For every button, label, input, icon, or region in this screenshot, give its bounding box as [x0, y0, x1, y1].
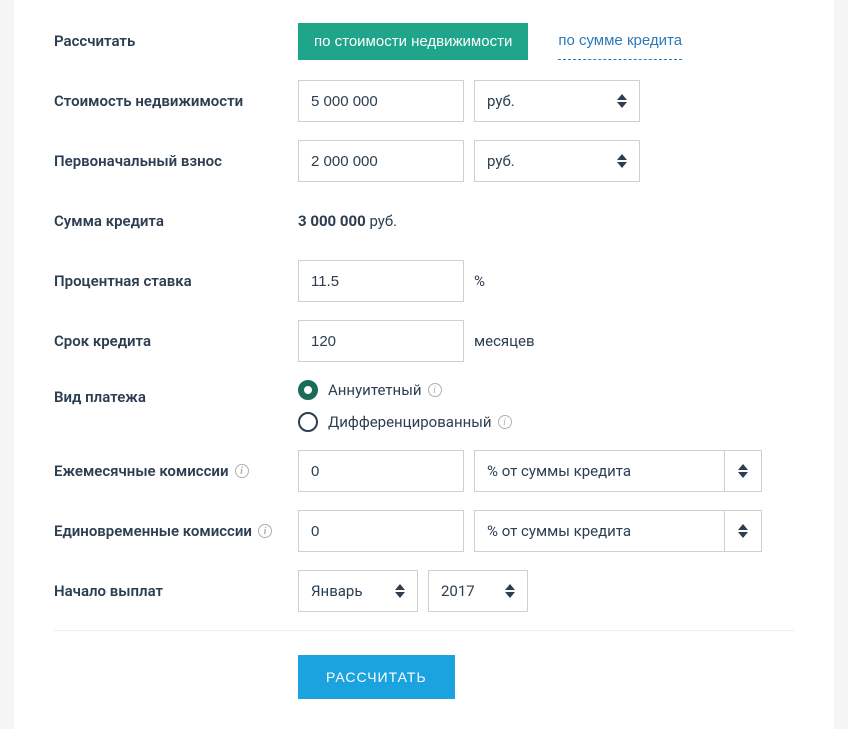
submit-section: РАССЧИТАТЬ: [54, 630, 794, 699]
calculate-by-row: Рассчитать по стоимости недвижимости по …: [54, 20, 794, 62]
down-payment-row: Первоначальный взнос руб.: [54, 140, 794, 182]
one-time-fees-input[interactable]: [298, 510, 464, 552]
tab-by-loan-amount[interactable]: по сумме кредита: [558, 22, 682, 60]
monthly-fees-input[interactable]: [298, 450, 464, 492]
radio-selected-icon: [298, 380, 318, 400]
radio-unselected-icon: [298, 412, 318, 432]
one-time-fees-label: Единовременные комиссии: [54, 522, 298, 540]
loan-amount-row: Сумма кредита 3 000 000 руб.: [54, 200, 794, 242]
calculate-by-label: Рассчитать: [54, 32, 298, 50]
start-date-label: Начало выплат: [54, 582, 298, 600]
loan-term-row: Срок кредита месяцев: [54, 320, 794, 362]
property-cost-input[interactable]: [298, 80, 464, 122]
calculate-button[interactable]: РАССЧИТАТЬ: [298, 655, 455, 699]
interest-rate-input[interactable]: [298, 260, 464, 302]
percent-label: %: [474, 272, 485, 290]
sort-arrows-icon: [617, 154, 627, 168]
info-icon[interactable]: [258, 524, 272, 538]
loan-term-input[interactable]: [298, 320, 464, 362]
currency-label: руб.: [487, 152, 515, 170]
loan-amount-label: Сумма кредита: [54, 212, 298, 230]
payment-type-label: Вид платежа: [54, 380, 298, 406]
monthly-fees-row: Ежемесячные комиссии % от суммы кредита: [54, 450, 794, 492]
info-icon[interactable]: [235, 464, 249, 478]
monthly-fees-unit-arrows[interactable]: [724, 450, 762, 492]
property-cost-currency-select[interactable]: руб.: [474, 80, 640, 122]
months-label: месяцев: [474, 332, 535, 350]
info-icon[interactable]: [428, 383, 442, 397]
property-cost-row: Стоимость недвижимости руб.: [54, 80, 794, 122]
start-month-select[interactable]: Январь: [298, 570, 418, 612]
down-payment-input[interactable]: [298, 140, 464, 182]
loan-term-label: Срок кредита: [54, 332, 298, 350]
sort-arrows-icon: [738, 524, 748, 538]
sort-arrows-icon: [505, 584, 515, 598]
payment-type-differentiated-option[interactable]: Дифференцированный: [298, 412, 512, 432]
one-time-fees-unit-select[interactable]: % от суммы кредита: [474, 510, 724, 552]
interest-rate-row: Процентная ставка %: [54, 260, 794, 302]
currency-label: руб.: [487, 92, 515, 110]
tab-by-property-cost[interactable]: по стоимости недвижимости: [298, 23, 528, 60]
start-date-row: Начало выплат Январь 2017: [54, 570, 794, 612]
property-cost-label: Стоимость недвижимости: [54, 92, 298, 110]
interest-rate-label: Процентная ставка: [54, 272, 298, 290]
sort-arrows-icon: [738, 464, 748, 478]
sort-arrows-icon: [395, 584, 405, 598]
sort-arrows-icon: [617, 94, 627, 108]
down-payment-label: Первоначальный взнос: [54, 152, 298, 170]
down-payment-currency-select[interactable]: руб.: [474, 140, 640, 182]
monthly-fees-unit-select[interactable]: % от суммы кредита: [474, 450, 724, 492]
loan-calculator-form: Рассчитать по стоимости недвижимости по …: [14, 0, 834, 729]
payment-type-row: Вид платежа Аннуитетный Дифференцированн…: [54, 380, 794, 432]
monthly-fees-label: Ежемесячные комиссии: [54, 462, 298, 480]
payment-type-radio-group: Аннуитетный Дифференцированный: [298, 380, 512, 432]
one-time-fees-unit-arrows[interactable]: [724, 510, 762, 552]
start-year-select[interactable]: 2017: [428, 570, 528, 612]
info-icon[interactable]: [498, 415, 512, 429]
payment-type-annuity-option[interactable]: Аннуитетный: [298, 380, 512, 400]
loan-amount-value: 3 000 000 руб.: [298, 212, 397, 230]
one-time-fees-row: Единовременные комиссии % от суммы креди…: [54, 510, 794, 552]
